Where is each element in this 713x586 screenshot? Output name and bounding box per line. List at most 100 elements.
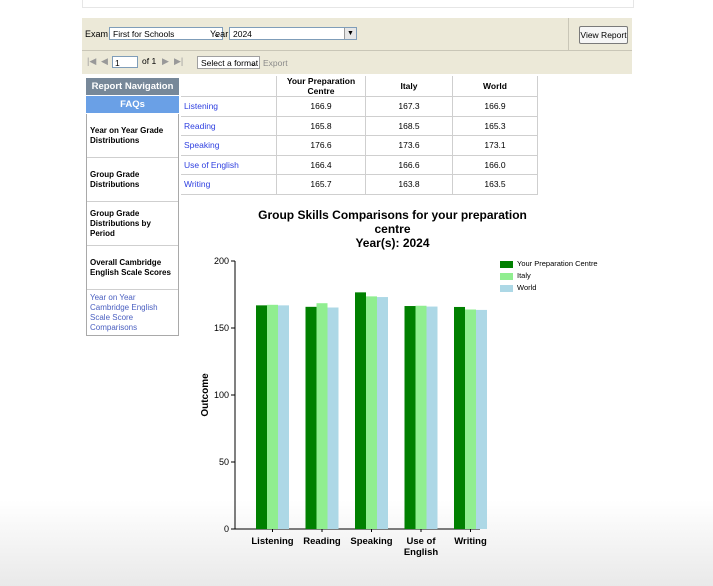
- y-tick-label: 50: [219, 457, 229, 467]
- nav-item-overall-cambridge-english-scale-scores[interactable]: Overall Cambridge English Scale Scores: [87, 246, 178, 290]
- value-cell: 166.4: [276, 154, 366, 175]
- bar: [426, 306, 438, 529]
- skill-cell: Writing: [181, 174, 277, 195]
- column-header: Your Preparation Centre: [276, 76, 366, 97]
- exam-label: Exam: [85, 29, 109, 39]
- value-cell: 166.6: [365, 154, 453, 175]
- last-page-icon[interactable]: ▶|: [174, 56, 183, 67]
- report-navigation-header: Report Navigation: [86, 78, 179, 95]
- skills-score-table: Your Preparation Centre Italy World List…: [181, 76, 538, 195]
- value-cell: 176.6: [276, 135, 366, 156]
- toolbar-divider: [568, 18, 569, 50]
- value-cell: 165.3: [452, 115, 538, 136]
- bar: [267, 304, 278, 529]
- bar: [377, 297, 388, 529]
- year-select-value: 2024: [233, 29, 252, 39]
- table-row: Speaking 176.6 173.6 173.1: [181, 135, 538, 156]
- page-number-input[interactable]: 1: [112, 56, 138, 68]
- legend-swatch: [500, 284, 513, 292]
- x-tick-label: Reading: [303, 536, 341, 547]
- skill-cell: Reading: [181, 115, 277, 136]
- exam-select[interactable]: First for Schools ⌄: [109, 27, 223, 40]
- bar: [415, 305, 427, 529]
- legend-label: Italy: [517, 271, 531, 280]
- report-navigation: Report Navigation FAQs Year on Year Grad…: [86, 78, 179, 336]
- table-header-row: Your Preparation Centre Italy World: [181, 76, 538, 97]
- legend-label: Your Preparation Centre: [517, 259, 598, 268]
- table-row: Writing 165.7 163.8 163.5: [181, 174, 538, 195]
- chart-legend: Your Preparation Centre Italy World: [500, 258, 598, 294]
- skill-cell: Speaking: [181, 135, 277, 156]
- legend-swatch: [500, 260, 513, 268]
- faqs-link[interactable]: FAQs: [86, 96, 179, 113]
- export-link[interactable]: Export: [263, 58, 288, 68]
- table-row: Reading 165.8 168.5 165.3: [181, 115, 538, 136]
- y-tick-label: 150: [214, 323, 229, 333]
- skills-bar-chart: 0 50 100 150 200 Outcome Listening Reading Speak…: [200, 256, 487, 558]
- nav-item-year-on-year-grade-distributions[interactable]: Year on Year Grade Distributions: [87, 114, 178, 158]
- bar: [404, 306, 416, 529]
- first-page-icon[interactable]: |◀: [87, 56, 96, 67]
- view-report-button[interactable]: View Report: [579, 26, 628, 44]
- export-format-select[interactable]: Select a format ⌄: [197, 56, 260, 69]
- year-label: Year: [210, 29, 229, 39]
- bar: [366, 296, 377, 529]
- y-tick-label: 0: [224, 524, 229, 534]
- bar: [465, 309, 476, 529]
- report-toolbar: Exam First for Schools ⌄ Year 2024 ▼ Vie…: [82, 18, 632, 74]
- value-cell: 167.3: [365, 96, 453, 117]
- skill-cell: Listening: [181, 96, 277, 117]
- table-header-blank: [181, 76, 277, 97]
- chart-title: Group Skills Comparisons for your prepar…: [258, 208, 527, 236]
- y-axis-label: Outcome: [200, 373, 211, 417]
- chart-title-block: Group Skills Comparisons for your prepar…: [240, 208, 545, 250]
- value-cell: 168.5: [365, 115, 453, 136]
- value-cell: 166.9: [276, 96, 366, 117]
- top-frame-strip: [82, 0, 634, 8]
- next-page-icon[interactable]: ▶: [162, 56, 169, 67]
- page-count-label: of 1: [142, 56, 157, 66]
- value-cell: 163.5: [452, 174, 538, 195]
- exam-select-value: First for Schools: [113, 29, 175, 39]
- bar: [355, 292, 366, 529]
- value-cell: 173.1: [452, 135, 538, 156]
- chevron-down-icon: ⌄: [249, 58, 257, 68]
- legend-item: World: [500, 282, 598, 294]
- column-header: World: [452, 76, 538, 97]
- x-tick-label: Speaking: [350, 536, 392, 547]
- bar: [476, 309, 487, 529]
- bar: [305, 306, 317, 529]
- nav-item-group-grade-distributions-by-period[interactable]: Group Grade Distributions by Period: [87, 202, 178, 246]
- table-row: Listening 166.9 167.3 166.9: [181, 96, 538, 117]
- y-tick-label: 100: [214, 390, 229, 400]
- x-tick-label: Writing: [454, 536, 487, 547]
- nav-item-year-on-year-scale-score-comparisons[interactable]: Year on Year Cambridge English Scale Sco…: [87, 290, 178, 335]
- skill-cell: Use of English: [181, 154, 277, 175]
- bar: [327, 307, 339, 529]
- value-cell: 165.8: [276, 115, 366, 136]
- value-cell: 163.8: [365, 174, 453, 195]
- x-tick-label: Use of: [406, 536, 436, 547]
- bar: [256, 305, 267, 529]
- chevron-down-icon: ▼: [344, 28, 356, 39]
- previous-page-icon[interactable]: ◀: [101, 56, 108, 67]
- bar: [278, 305, 289, 529]
- legend-item: Italy: [500, 270, 598, 282]
- year-select[interactable]: 2024 ▼: [229, 27, 357, 40]
- column-header: Italy: [365, 76, 453, 97]
- bar: [454, 306, 465, 529]
- value-cell: 165.7: [276, 174, 366, 195]
- bar: [316, 303, 328, 529]
- table-row: Use of English 166.4 166.6 166.0: [181, 154, 538, 175]
- value-cell: 166.0: [452, 154, 538, 175]
- report-navigation-list: Year on Year Grade Distributions Group G…: [86, 114, 179, 336]
- y-tick-label: 200: [214, 256, 229, 266]
- x-tick-label: English: [404, 547, 439, 558]
- value-cell: 173.6: [365, 135, 453, 156]
- legend-label: World: [517, 283, 537, 292]
- legend-item: Your Preparation Centre: [500, 258, 598, 270]
- x-tick-label: Listening: [251, 536, 293, 547]
- nav-item-group-grade-distributions[interactable]: Group Grade Distributions: [87, 158, 178, 202]
- legend-swatch: [500, 272, 513, 280]
- value-cell: 166.9: [452, 96, 538, 117]
